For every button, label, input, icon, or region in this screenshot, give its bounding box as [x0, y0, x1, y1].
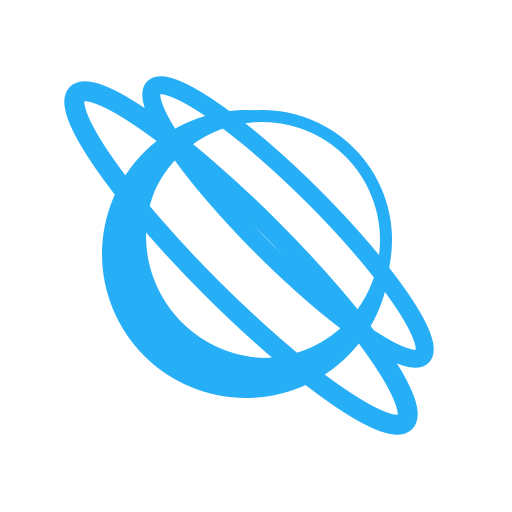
icon-canvas	[0, 0, 512, 512]
planet-orbit-icon	[64, 76, 434, 435]
